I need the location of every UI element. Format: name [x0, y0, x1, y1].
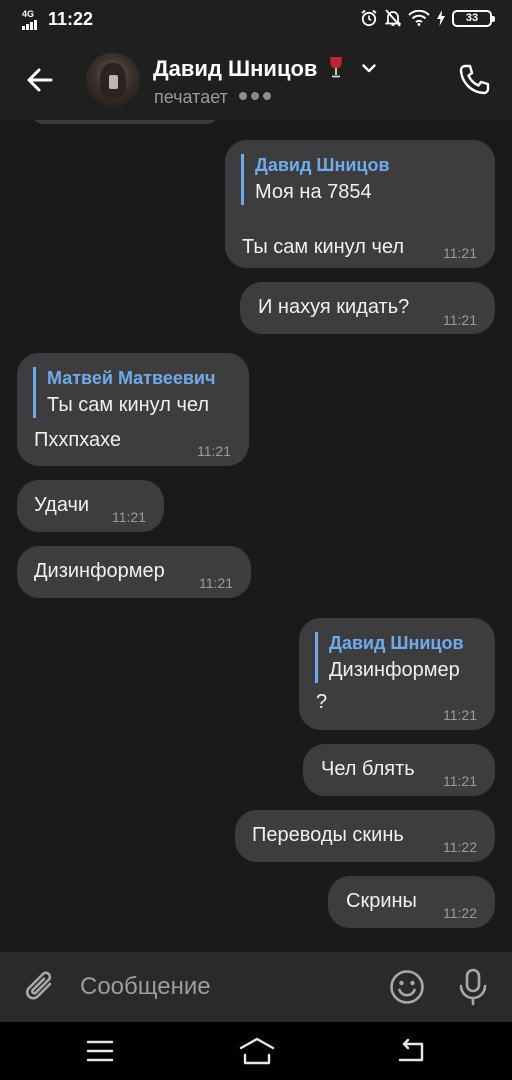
message-bubble-outgoing[interactable]: И нахуя кидать? 11:21 — [240, 282, 495, 334]
message-time: 11:22 — [443, 839, 477, 855]
message-time: 11:21 — [112, 509, 146, 525]
system-navigation-bar — [0, 1022, 512, 1080]
message-text: Удачи — [34, 494, 90, 516]
reply-author: Давид Шницов — [255, 155, 390, 175]
phone-call-icon[interactable] — [456, 62, 492, 98]
contact-avatar[interactable] — [86, 53, 140, 107]
battery-level: 33 — [465, 12, 479, 24]
message-text: И нахуя кидать? — [258, 296, 410, 318]
message-text: Чел блять — [321, 758, 415, 780]
message-bubble-outgoing[interactable]: Давид Шницов Моя на 7854 Ты сам кинул че… — [225, 140, 495, 268]
microphone-icon[interactable] — [454, 967, 492, 1007]
status-bar: 4G 11:22 33 — [0, 0, 512, 40]
reply-author: Давид Шницов — [329, 633, 464, 653]
status-time: 11:22 — [48, 9, 94, 29]
message-bubble-incoming[interactable]: Дизинформер 11:21 — [17, 546, 251, 598]
reply-author: Матвей Матвеевич — [47, 368, 216, 388]
typing-dots-icon — [238, 92, 271, 100]
reply-quote[interactable]: Матвей Матвеевич Ты сам кинул чел — [33, 367, 215, 418]
message-text: Переводы скинь — [252, 824, 404, 846]
message-bubble-incoming[interactable]: Удачи 11:21 — [17, 480, 164, 532]
reply-quote[interactable]: Давид Шницов Дизинформер — [315, 632, 464, 683]
recent-apps-icon[interactable] — [86, 1039, 114, 1063]
emoji-icon[interactable] — [388, 968, 426, 1006]
network-type: 4G — [22, 8, 35, 19]
chat-header: Давид Шницов печатает — [0, 40, 512, 120]
message-bubble-outgoing[interactable]: Чел блять 11:21 — [303, 744, 495, 796]
back-nav-icon[interactable] — [396, 1038, 426, 1064]
typing-label: печатает — [154, 87, 228, 107]
chevron-down-icon[interactable] — [362, 64, 376, 73]
message-text: Пххпхахе — [34, 429, 122, 451]
message-text: ? — [316, 691, 328, 713]
back-arrow-icon[interactable] — [22, 62, 58, 98]
message-time: 11:21 — [199, 575, 233, 591]
home-icon[interactable] — [238, 1036, 276, 1066]
message-bubble-incoming[interactable]: Матвей Матвеевич Ты сам кинул чел Пххпха… — [17, 353, 249, 466]
message-time: 11:21 — [443, 312, 477, 328]
reply-text: Ты сам кинул чел — [47, 394, 210, 416]
message-text: Скрины — [346, 890, 417, 912]
paperclip-icon[interactable] — [22, 968, 60, 1006]
wine-glass-icon — [329, 57, 342, 78]
message-time: 11:21 — [443, 773, 477, 789]
charging-icon — [437, 10, 445, 26]
message-time: 11:21 — [443, 707, 477, 723]
message-bubble-outgoing[interactable]: Переводы скинь 11:22 — [235, 810, 495, 862]
message-time: 11:22 — [443, 905, 477, 921]
reply-quote[interactable]: Давид Шницов Моя на 7854 — [241, 154, 390, 205]
message-time: 11:21 — [197, 443, 231, 459]
message-bubble-outgoing[interactable]: Давид Шницов Дизинформер ? 11:21 — [299, 618, 495, 730]
alarm-icon — [361, 9, 377, 27]
contact-name-button[interactable]: Давид Шницов — [153, 56, 376, 82]
message-input[interactable] — [80, 970, 370, 1004]
message-bubble-partial — [30, 120, 220, 124]
reply-text: Дизинформер — [329, 659, 460, 681]
battery-indicator: 33 — [452, 9, 495, 27]
message-text: Дизинформер — [34, 560, 165, 582]
message-composer — [0, 952, 512, 1022]
wifi-icon — [408, 10, 430, 26]
message-bubble-outgoing[interactable]: Скрины 11:22 — [328, 876, 495, 928]
message-text: Ты сам кинул чел — [242, 236, 405, 258]
mute-bell-icon — [385, 9, 401, 27]
reply-text: Моя на 7854 — [255, 181, 372, 203]
typing-status: печатает — [154, 87, 271, 108]
signal-4g-icon: 4G — [22, 8, 42, 30]
message-time: 11:21 — [443, 245, 477, 261]
message-list[interactable]: Давид Шницов Моя на 7854 Ты сам кинул че… — [0, 120, 512, 952]
contact-name: Давид Шницов — [153, 56, 318, 81]
